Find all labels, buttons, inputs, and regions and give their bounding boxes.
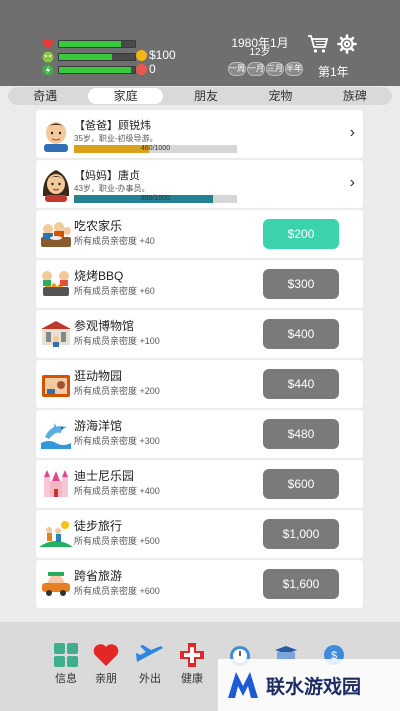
member-description: 35岁，职业-初级导游。 (74, 134, 158, 143)
nav-health[interactable]: 健康 (172, 642, 212, 686)
activity-name: 参观博物馆 (74, 319, 135, 333)
member-description: 43岁，职业-办事员。 (74, 184, 150, 193)
family-member-father[interactable]: 【爸爸】顾锐炜 35岁，职业-初级导游。 460/1000 › (36, 110, 363, 158)
medical-cross-icon (180, 643, 204, 667)
activity-effect: 所有成员亲密度 +40 (74, 236, 155, 246)
nav-info-label: 信息 (55, 673, 77, 685)
energy-stat (42, 64, 136, 76)
heart-icon (42, 39, 54, 49)
gem-display: 0 (136, 62, 156, 76)
mood-bar (59, 54, 113, 60)
activity-disneyland: 迪士尼乐园 所有成员亲密度 +400 $600 (36, 460, 363, 508)
dolphin-icon (41, 423, 71, 449)
year-counter: 第1年 (318, 65, 349, 79)
car-trip-icon (42, 572, 70, 596)
heart-icon (93, 644, 119, 666)
coin-icon (136, 49, 147, 61)
smile-icon (42, 51, 54, 63)
activity-bbq: 烧烤BBQ 所有成员亲密度 +60 $300 (36, 260, 363, 308)
buy-museum-button[interactable]: $400 (263, 319, 339, 349)
activity-name: 迪士尼乐园 (74, 469, 135, 483)
activity-effect: 所有成员亲密度 +300 (74, 436, 160, 446)
gem-icon (136, 63, 147, 75)
member-name: 【妈妈】唐贞 (74, 170, 140, 182)
intimacy-value: 460/1000 (140, 145, 171, 152)
settings-gear-icon[interactable] (337, 34, 357, 54)
speed-quarter-button[interactable]: 三月 (266, 62, 284, 76)
nav-family-friends[interactable]: 亲朋 (86, 642, 126, 686)
tab-pets[interactable]: 宠物 (243, 87, 317, 105)
activity-name: 徒步旅行 (74, 519, 123, 533)
speed-week-button[interactable]: 一周 (228, 62, 246, 76)
farmhouse-meal-icon (41, 222, 71, 247)
activity-hiking: 徒步旅行 所有成员亲密度 +500 $1,000 (36, 510, 363, 558)
bolt-icon (42, 64, 54, 76)
chevron-right-icon: › (349, 124, 355, 141)
speed-month-button[interactable]: 一月 (247, 62, 265, 76)
father-avatar (44, 122, 68, 152)
shopping-cart-icon[interactable] (307, 34, 329, 54)
money-display: $100 (136, 48, 176, 62)
player-age: 12岁 (249, 47, 271, 58)
category-tabs: 奇遇 家庭 朋友 宠物 族碑 (8, 87, 392, 105)
activity-museum: 参观博物馆 所有成员亲密度 +100 $400 (36, 310, 363, 358)
buy-hiking-button[interactable]: $1,000 (263, 519, 339, 549)
plus-grid-icon (54, 643, 78, 667)
mood-stat (42, 51, 136, 63)
watermark-text: 联水游戏园 (266, 676, 362, 698)
activity-name: 游海洋馆 (74, 419, 123, 433)
tab-adventure[interactable]: 奇遇 (8, 87, 82, 105)
speed-halfyear-button[interactable]: 半年 (285, 62, 303, 76)
activity-effect: 所有成员亲密度 +500 (74, 536, 160, 546)
museum-icon (41, 321, 71, 347)
activity-farmhouse: 吃农家乐 所有成员亲密度 +40 $200 (36, 210, 363, 258)
activity-aquarium: 游海洋馆 所有成员亲密度 +300 $480 (36, 410, 363, 458)
activity-name: 吃农家乐 (74, 219, 123, 233)
family-list: 【爸爸】顾锐炜 35岁，职业-初级导游。 460/1000 › 【妈妈】唐贞 4… (36, 110, 363, 615)
health-bar (59, 41, 122, 47)
energy-bar (59, 67, 132, 73)
member-name: 【爸爸】顾锐炜 (74, 120, 151, 132)
activity-effect: 所有成员亲密度 +100 (74, 336, 160, 346)
zoo-icon (42, 375, 70, 397)
mother-avatar (42, 170, 70, 202)
castle-icon (44, 470, 68, 497)
activity-name: 跨省旅游 (74, 569, 123, 583)
activity-name: 逛动物园 (74, 369, 123, 383)
buy-interprovincial-trip-button[interactable]: $1,600 (263, 569, 339, 599)
gem-value: 0 (149, 62, 156, 76)
nav-info[interactable]: 信息 (46, 642, 86, 686)
hiking-icon (39, 521, 73, 547)
activity-zoo: 逛动物园 所有成员亲密度 +200 $440 (36, 360, 363, 408)
activity-effect: 所有成员亲密度 +600 (74, 586, 160, 596)
health-stat (42, 38, 136, 50)
chevron-right-icon: › (349, 174, 355, 191)
buy-aquarium-button[interactable]: $480 (263, 419, 339, 449)
activity-name: 烧烤BBQ (74, 269, 124, 283)
activity-effect: 所有成员亲密度 +200 (74, 386, 160, 396)
buy-farmhouse-button[interactable]: $200 (263, 219, 339, 249)
nav-health-label: 健康 (181, 673, 203, 685)
activity-effect: 所有成员亲密度 +60 (74, 286, 155, 296)
buy-disneyland-button[interactable]: $600 (263, 469, 339, 499)
family-member-mother[interactable]: 【妈妈】唐贞 43岁，职业-办事员。 850/1000 › (36, 160, 363, 208)
tab-friends[interactable]: 朋友 (169, 87, 243, 105)
nav-outing[interactable]: 外出 (130, 642, 170, 686)
buy-zoo-button[interactable]: $440 (263, 369, 339, 399)
tab-clan-monument[interactable]: 族碑 (318, 87, 392, 105)
watermark-logo-icon (228, 672, 258, 698)
tab-family[interactable]: 家庭 (88, 88, 163, 104)
buy-bbq-button[interactable]: $300 (263, 269, 339, 299)
top-status-bar: $100 0 1980年1月 12岁 一周 一月 三月 半年 第1年 (0, 0, 400, 86)
watermark: 联水游戏园 (218, 659, 400, 711)
activity-interprovincial-trip: 跨省旅游 所有成员亲密度 +600 $1,600 (36, 560, 363, 608)
intimacy-value: 850/1000 (140, 195, 171, 202)
nav-family-friends-label: 亲朋 (95, 673, 117, 685)
airplane-icon (136, 645, 163, 662)
bbq-icon (42, 271, 69, 296)
activity-effect: 所有成员亲密度 +400 (74, 486, 160, 496)
nav-outing-label: 外出 (139, 673, 161, 685)
money-value: $100 (149, 48, 176, 62)
